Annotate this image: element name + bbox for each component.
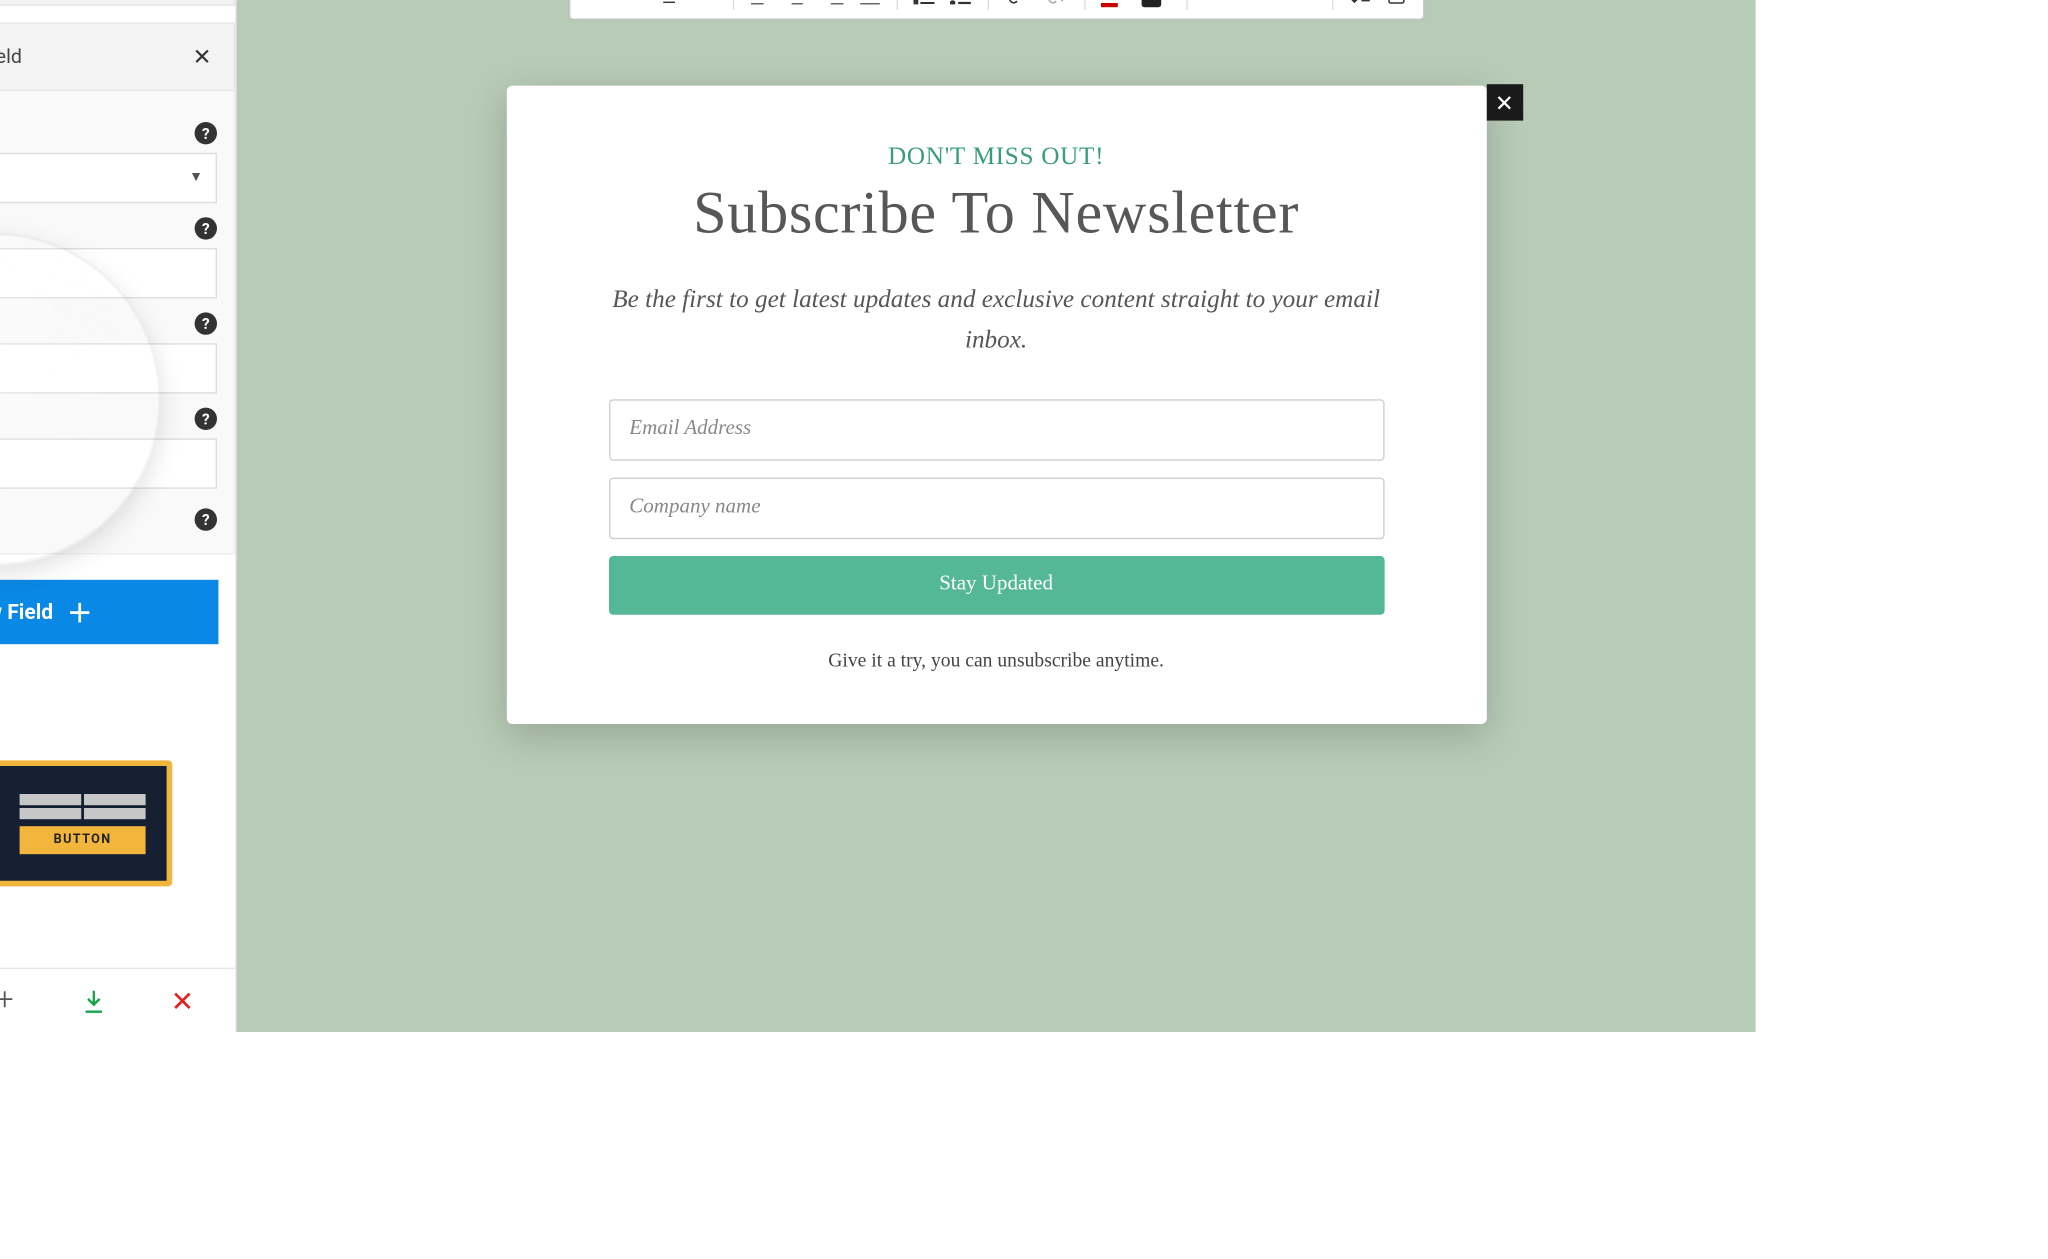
bg-color-icon[interactable]: A▾ [1137, 0, 1175, 11]
plus-icon[interactable]: + [0, 985, 20, 1016]
popup-title: Subscribe To Newsletter [585, 179, 1408, 248]
close-icon[interactable]: ✕ [1486, 84, 1522, 120]
popup-footer: Give it a try, you can unsubscribe anyti… [585, 651, 1408, 673]
rich-text-toolbar: B I U Tx 123 A▾ A▾ Font▾ Siz [568, 0, 1424, 20]
layout-grid[interactable]: BUTTON [0, 760, 172, 886]
section-title-form-layout: Form Layout [0, 658, 235, 718]
newsletter-popup: ✕ DON'T MISS OUT! Subscribe To Newslette… [506, 86, 1486, 724]
bottom-bar: + ✕ [0, 968, 235, 1032]
plus-icon: ＋ [67, 594, 92, 630]
company-field[interactable] [608, 477, 1384, 539]
bold-icon[interactable]: B [581, 0, 612, 11]
help-icon[interactable]: ? [195, 122, 217, 144]
layout-options: BUTTON BUTTON [0, 760, 235, 942]
align-right-icon[interactable] [818, 0, 849, 11]
download-icon[interactable] [78, 985, 109, 1016]
field-title: Company Name - Textfield [0, 46, 22, 68]
field-bar-email[interactable]: EMAIL - Textfield ✕ [0, 0, 235, 6]
help-icon[interactable]: ? [195, 217, 217, 239]
source-icon[interactable] [1380, 0, 1411, 11]
help-icon[interactable]: ? [195, 508, 217, 530]
align-center-icon[interactable] [781, 0, 812, 11]
placeholder-input[interactable] [0, 438, 217, 488]
link-icon[interactable] [1000, 0, 1034, 11]
ordered-list-icon[interactable]: 123 [909, 0, 940, 11]
field-name-input[interactable] [0, 343, 217, 393]
svg-text:3: 3 [913, 0, 918, 4]
unordered-list-icon[interactable] [945, 0, 976, 11]
underline-icon[interactable]: U [654, 0, 685, 11]
field-bar-company[interactable]: Company Name - Textfield ✕ [0, 23, 235, 92]
help-icon[interactable]: ? [195, 408, 217, 430]
italic-icon[interactable]: I [617, 0, 648, 11]
sidebar: Form Builder EMAIL - Textfield ✕ Company… [0, 0, 237, 1032]
close-icon[interactable]: ✕ [187, 44, 217, 71]
add-field-button[interactable]: Add New Field ＋ [0, 580, 218, 644]
unlink-icon[interactable] [1039, 0, 1073, 11]
font-dropdown[interactable]: Font▾ [1198, 0, 1257, 5]
field-label-input[interactable] [0, 248, 217, 298]
help-icon[interactable]: ? [195, 312, 217, 334]
label-layout: Layout [0, 727, 235, 761]
field-editor: Field Type? Textfield Field Label? Field… [0, 91, 235, 554]
line-height-icon[interactable] [1344, 0, 1375, 11]
text-color-icon[interactable]: A▾ [1096, 0, 1131, 11]
align-justify-icon[interactable] [854, 0, 885, 11]
canvas: B I U Tx 123 A▾ A▾ Font▾ Siz [237, 0, 1756, 1032]
size-dropdown[interactable]: Size▾ [1263, 0, 1320, 5]
clear-format-icon[interactable]: Tx [690, 0, 721, 11]
popup-subtitle: Be the first to get latest updates and e… [585, 279, 1408, 360]
align-left-icon[interactable] [745, 0, 776, 11]
field-type-select[interactable]: Textfield [0, 153, 217, 203]
email-field[interactable] [608, 399, 1384, 461]
delete-icon[interactable]: ✕ [167, 985, 198, 1016]
popup-eyebrow: DON'T MISS OUT! [585, 142, 1408, 171]
subscribe-button[interactable]: Stay Updated [608, 555, 1384, 614]
